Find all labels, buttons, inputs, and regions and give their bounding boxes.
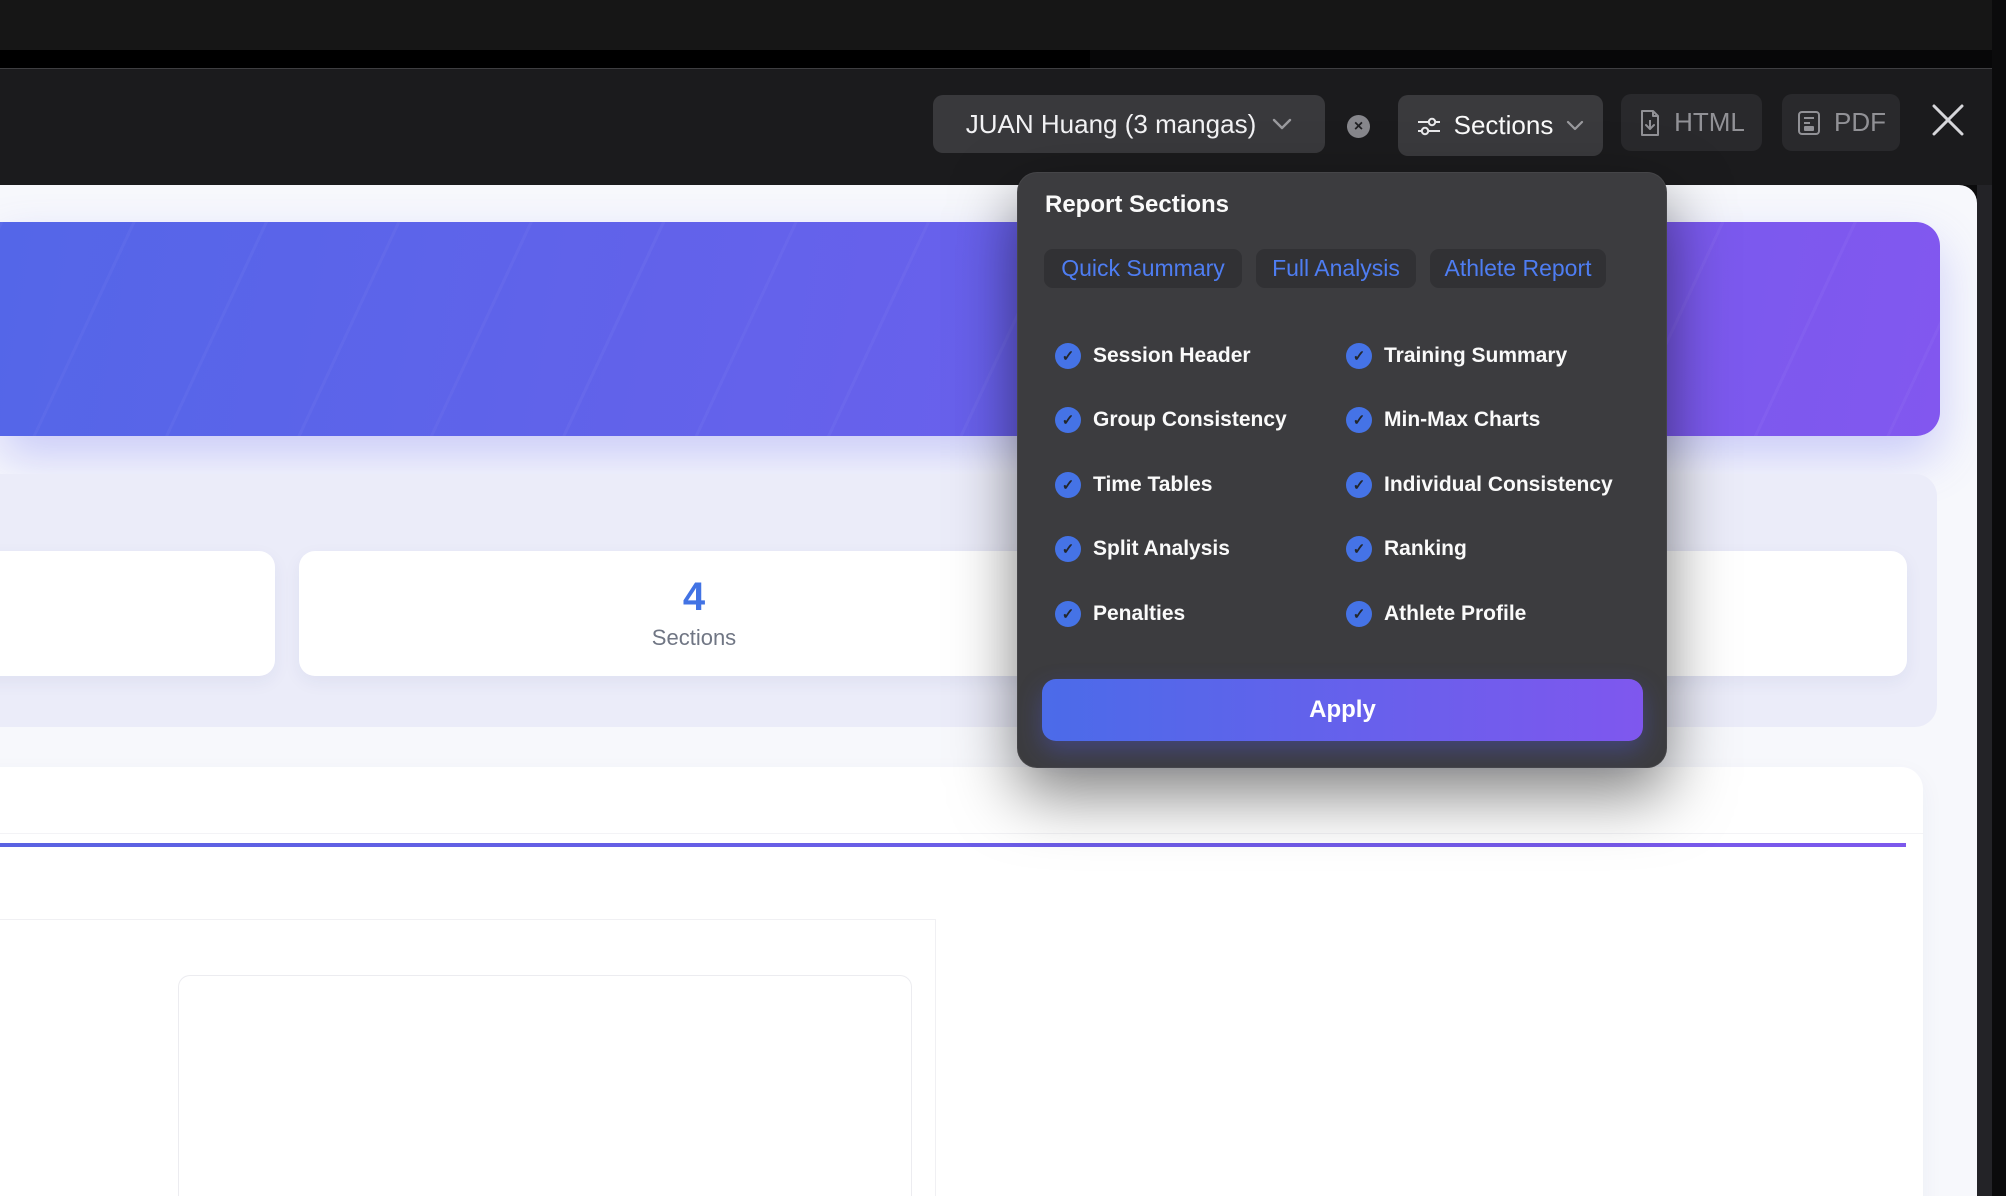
clear-selection-button[interactable]: × <box>1347 115 1370 138</box>
preset-athlete-report[interactable]: Athlete Report <box>1430 249 1606 288</box>
report-preview-surface: 4 Sections 15,06 15,06 15,06 <box>0 185 1977 1196</box>
clear-icon: × <box>1354 119 1363 135</box>
checkbox-checked-icon: ✓ <box>1346 536 1372 562</box>
athlete-selector-label: JUAN Huang (3 mangas) <box>966 109 1256 140</box>
section-toggle-individual-consistency[interactable]: ✓ Individual Consistency <box>1346 470 1613 500</box>
checkbox-checked-icon: ✓ <box>1346 407 1372 433</box>
sliders-icon <box>1416 114 1442 138</box>
checkbox-checked-icon: ✓ <box>1346 601 1372 627</box>
preset-full-analysis[interactable]: Full Analysis <box>1256 249 1416 288</box>
preset-quick-summary[interactable]: Quick Summary <box>1044 249 1242 288</box>
chevron-down-icon <box>1565 120 1585 132</box>
section-toggle-split-analysis[interactable]: ✓ Split Analysis <box>1055 534 1230 564</box>
close-modal-button[interactable] <box>1926 98 1970 142</box>
sections-button-label: Sections <box>1454 110 1554 141</box>
window-top-bar <box>0 0 2006 50</box>
page-background-gap <box>1977 185 1992 1196</box>
section-toggle-ranking[interactable]: ✓ Ranking <box>1346 534 1467 564</box>
section-hairline-top <box>0 833 1923 834</box>
report-content-card: 15,06 15,06 15,06 <box>0 767 1923 1196</box>
section-toggle-training-summary[interactable]: ✓ Training Summary <box>1346 341 1567 371</box>
stat-label: Sections <box>652 625 736 651</box>
report-sections-popover: Report Sections Quick Summary Full Analy… <box>1017 172 1667 768</box>
athlete-selector-dropdown[interactable]: JUAN Huang (3 mangas) <box>933 95 1325 153</box>
section-toggle-penalties[interactable]: ✓ Penalties <box>1055 599 1185 629</box>
pdf-button-label: PDF <box>1834 107 1886 138</box>
export-html-button[interactable]: HTML <box>1621 94 1762 151</box>
checkbox-checked-icon: ✓ <box>1055 536 1081 562</box>
popover-title: Report Sections <box>1045 191 1229 219</box>
export-report-modal: 4 Sections 15,06 15,06 15,06 JUAN Huang … <box>0 0 2006 1196</box>
close-icon <box>1928 100 1968 140</box>
section-toggle-athlete-profile[interactable]: ✓ Athlete Profile <box>1346 599 1526 629</box>
stat-card-fragment-left <box>0 551 275 676</box>
window-black-strip <box>0 50 1090 68</box>
checkbox-checked-icon: ✓ <box>1346 472 1372 498</box>
section-toggle-min-max-charts[interactable]: ✓ Min-Max Charts <box>1346 405 1540 435</box>
section-hairline <box>0 919 935 920</box>
html-file-download-icon <box>1638 109 1662 137</box>
stat-card-sections: 4 Sections <box>299 551 1089 676</box>
window-black-strip-right <box>1090 50 2006 68</box>
page-background-right <box>1992 0 2006 1196</box>
chevron-down-icon <box>1272 118 1292 130</box>
min-max-chart-card: 15,06 15,06 15,06 <box>178 975 912 1196</box>
apply-button[interactable]: Apply <box>1042 679 1643 741</box>
export-pdf-button[interactable]: PDF <box>1782 94 1900 151</box>
pdf-file-icon <box>1796 110 1822 136</box>
section-toggle-group-consistency[interactable]: ✓ Group Consistency <box>1055 405 1287 435</box>
checkbox-checked-icon: ✓ <box>1055 343 1081 369</box>
checkbox-checked-icon: ✓ <box>1346 343 1372 369</box>
section-accent-divider <box>0 843 1906 847</box>
column-divider <box>935 919 936 1196</box>
stat-value: 4 <box>683 577 705 617</box>
section-toggle-session-header[interactable]: ✓ Session Header <box>1055 341 1251 371</box>
checkbox-checked-icon: ✓ <box>1055 407 1081 433</box>
section-toggle-time-tables[interactable]: ✓ Time Tables <box>1055 470 1212 500</box>
checkbox-checked-icon: ✓ <box>1055 472 1081 498</box>
html-button-label: HTML <box>1674 107 1745 138</box>
checkbox-checked-icon: ✓ <box>1055 601 1081 627</box>
sections-menu-button[interactable]: Sections <box>1398 95 1603 156</box>
